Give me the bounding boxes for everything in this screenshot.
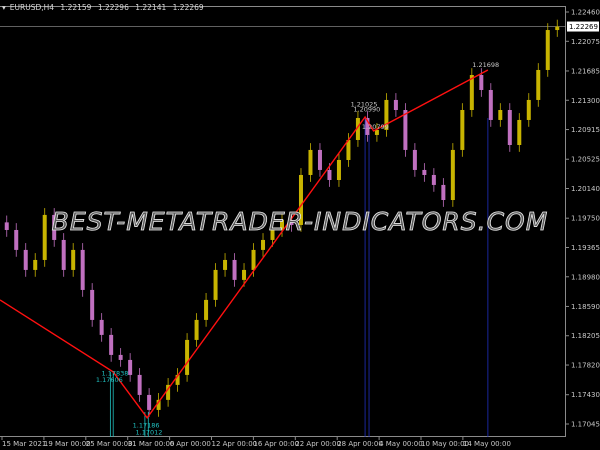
symbol-label: EURUSD,H4 [9, 3, 55, 12]
candle-body [23, 249, 28, 270]
y-tick-label: 1.19365 [571, 244, 600, 252]
candle-body [109, 334, 114, 355]
candle-body [460, 109, 465, 150]
x-tick-label: 4 May 00:00 [379, 440, 423, 448]
watermark: BEST-METATRADER-INDICATORS.COM [51, 207, 549, 237]
y-tick-label: 1.17430 [571, 391, 600, 399]
fractal-price-label: 1.17606 [96, 376, 123, 384]
candle-body [393, 99, 398, 110]
candle-body [147, 394, 152, 410]
fractal-price-label: 1.20799 [362, 123, 389, 131]
candle-body [71, 249, 76, 270]
y-tick-label: 1.21300 [571, 97, 600, 105]
x-tick-label: 25 Mar 00:00 [86, 440, 133, 448]
candle-body [223, 259, 228, 270]
candle-body [118, 354, 123, 360]
close-value: 1.22269 [172, 3, 204, 12]
y-tick-label: 1.18205 [571, 332, 600, 340]
y-tick-label: 1.17045 [571, 421, 600, 429]
y-tick-label: 1.20525 [571, 156, 600, 164]
candle-body [99, 319, 104, 335]
candle-body [33, 259, 38, 270]
y-tick-label: 1.21685 [571, 67, 600, 75]
x-tick-label: 19 Mar 00:00 [44, 440, 91, 448]
candle-body [213, 269, 218, 300]
y-tick-label: 1.22460 [571, 9, 600, 17]
candle-body [90, 289, 95, 320]
candle-body [194, 319, 199, 340]
candle-body [412, 149, 417, 170]
candle-body [526, 99, 531, 120]
candle-body [308, 149, 313, 175]
candle-body [336, 159, 341, 180]
x-tick-label: 6 Apr 00:00 [170, 440, 211, 448]
candle-body [441, 184, 446, 201]
candle-body [80, 249, 85, 290]
low-value: 1.22141 [135, 3, 167, 12]
candle-body [185, 339, 190, 375]
candle-body [403, 109, 408, 150]
candle-body [61, 239, 66, 270]
candle-body [128, 359, 133, 375]
candle-body [469, 74, 474, 110]
y-tick-label: 1.17820 [571, 362, 600, 370]
high-value: 1.22296 [97, 3, 129, 12]
candle-body [498, 109, 503, 120]
x-tick-label: 10 May 00:00 [421, 440, 469, 448]
candle-body [507, 109, 512, 145]
open-value: 1.22159 [60, 3, 92, 12]
candle-body [261, 239, 266, 250]
candle-body [479, 74, 484, 90]
fractal-price-label: 1.21698 [472, 61, 499, 69]
candle-body [137, 374, 142, 395]
candle-body [536, 69, 541, 100]
x-tick-label: 14 May 00:00 [463, 440, 511, 448]
candle-body [317, 149, 322, 170]
x-tick-label: 22 Apr 00:00 [295, 440, 341, 448]
candle-body [251, 249, 256, 270]
candle-body [517, 119, 522, 145]
x-tick-label: 31 Mar 00:00 [128, 440, 175, 448]
candle-body [327, 169, 332, 180]
current-price-label: 1.22269 [569, 23, 598, 31]
candle-body [232, 259, 237, 280]
candle-body [450, 149, 455, 201]
y-tick-label: 1.20915 [571, 126, 600, 134]
y-tick-label: 1.18980 [571, 273, 600, 281]
dropdown-triangle-icon[interactable]: ▾ [2, 3, 6, 12]
y-tick-label: 1.20140 [571, 185, 600, 193]
y-tick-label: 1.18590 [571, 303, 600, 311]
candle-body [431, 174, 436, 185]
candle-body [488, 89, 493, 120]
fractal-price-label: 1.17012 [136, 428, 163, 436]
y-tick-label: 1.22075 [571, 38, 600, 46]
candle-body [545, 30, 550, 70]
candle-body [242, 269, 247, 280]
x-tick-label: 15 Mar 2021 [2, 440, 46, 448]
x-tick-label: 28 Apr 00:00 [337, 440, 383, 448]
x-tick-label: 16 Apr 00:00 [253, 440, 299, 448]
fractal-price-label: 1.20990 [353, 106, 380, 114]
x-tick-label: 12 Apr 00:00 [212, 440, 258, 448]
candle-body [422, 169, 427, 175]
candle-body [555, 26, 560, 31]
chart-header: ▾ EURUSD,H4 1.22159 1.22296 1.22141 1.222… [2, 3, 208, 12]
candle-body [204, 299, 209, 320]
